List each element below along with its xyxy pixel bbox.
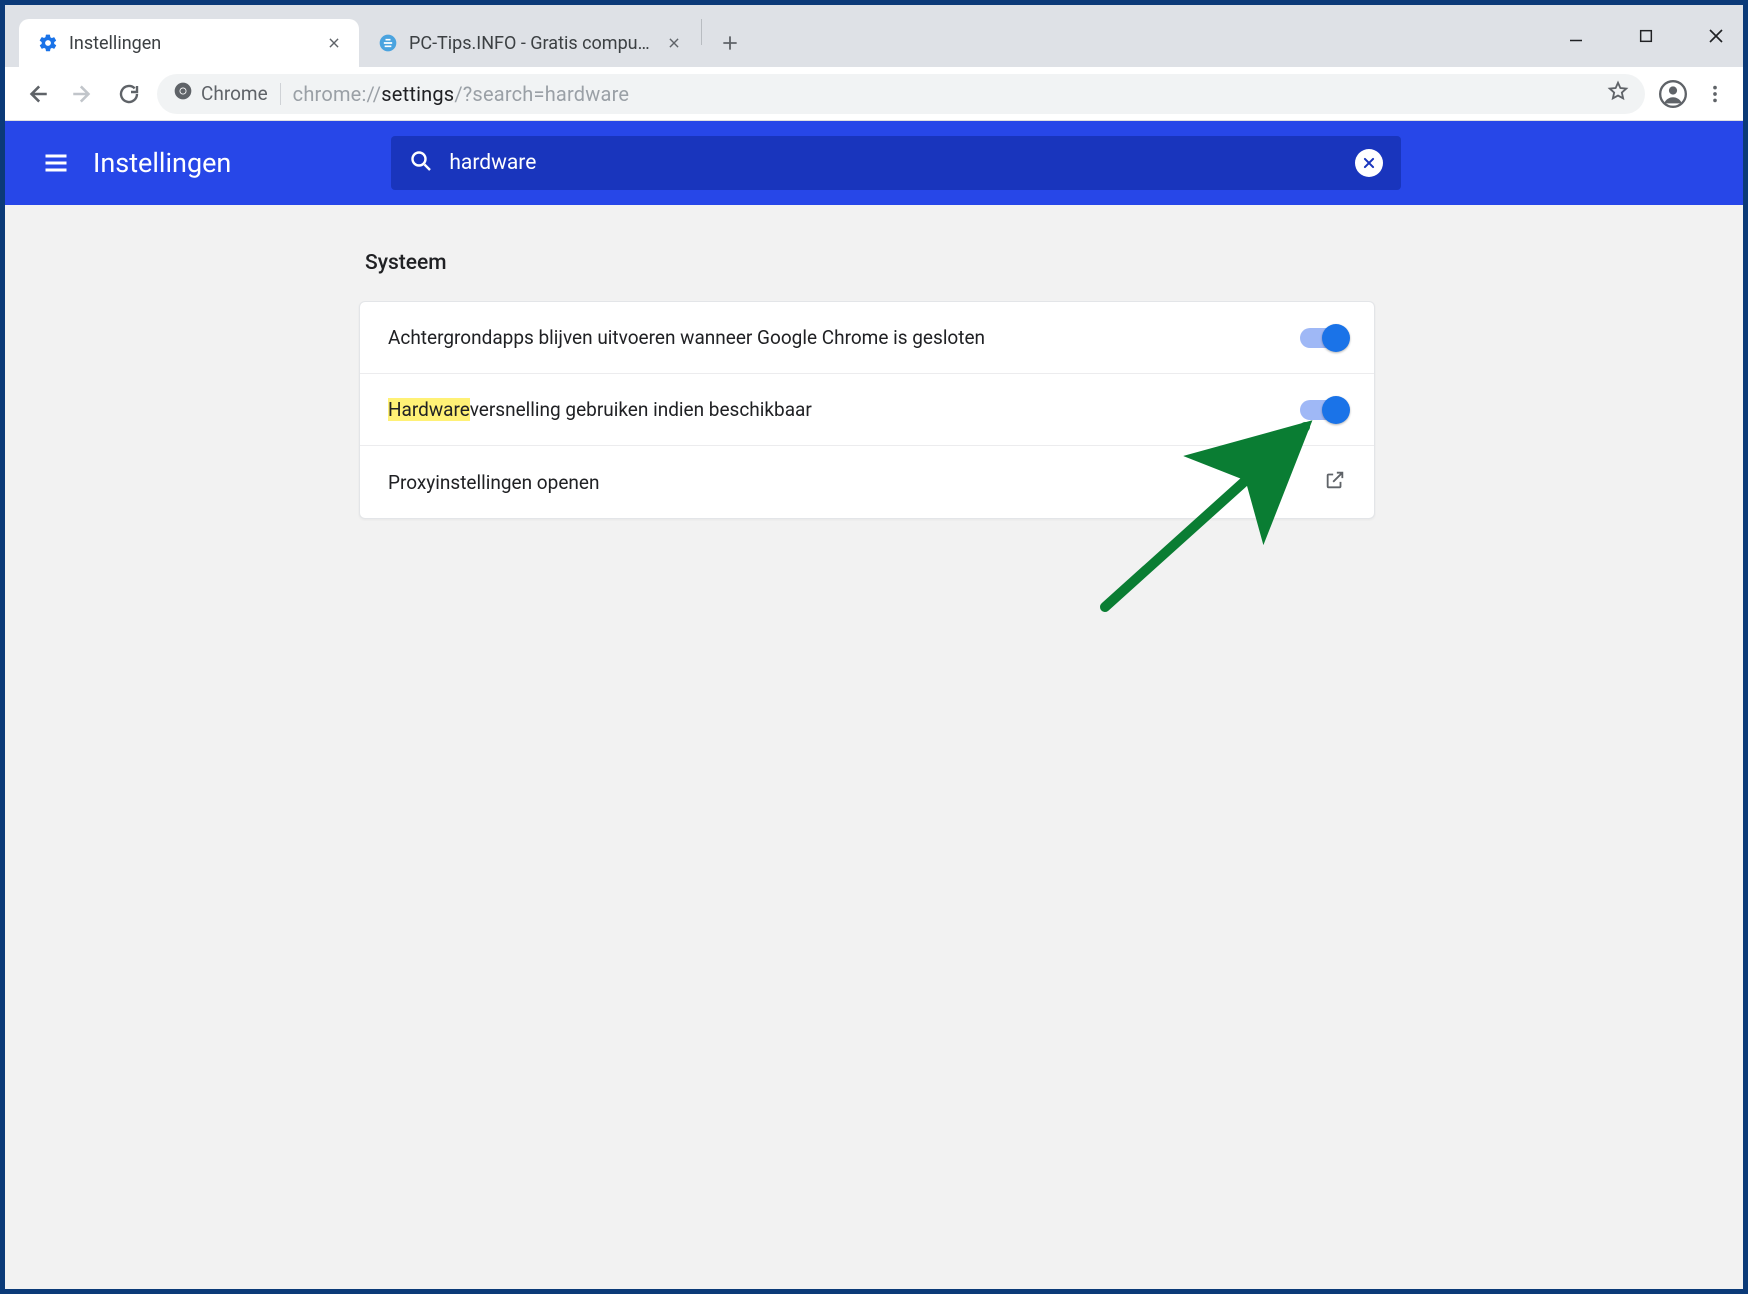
settings-body: Systeem Achtergrondapps blijven uitvoere…: [5, 205, 1743, 1289]
forward-button[interactable]: [65, 76, 101, 112]
clear-search-button[interactable]: [1355, 149, 1383, 177]
row-label: Proxyinstellingen openen: [388, 471, 1324, 494]
bookmark-star-icon[interactable]: [1607, 80, 1629, 107]
chrome-chip-label: Chrome: [201, 82, 268, 105]
search-highlight: Hardware: [388, 398, 470, 421]
tab-instellingen[interactable]: Instellingen: [19, 19, 359, 67]
page-title: Instellingen: [93, 147, 231, 179]
reload-button[interactable]: [111, 76, 147, 112]
open-external-icon: [1324, 469, 1346, 496]
settings-header: Instellingen: [5, 121, 1743, 205]
titlebar: Instellingen PC-Tips.INFO - Gratis compu…: [5, 5, 1743, 67]
minimize-button[interactable]: [1561, 21, 1591, 51]
close-icon[interactable]: [663, 32, 685, 54]
window-controls: [1561, 5, 1731, 67]
chrome-icon: [173, 81, 193, 106]
toggle-hardware-acceleration[interactable]: [1300, 400, 1346, 420]
gear-icon: [37, 32, 59, 54]
settings-search-input[interactable]: [449, 151, 1339, 175]
section-title-systeem: Systeem: [365, 251, 1375, 275]
row-label: Hardwareversnelling gebruiken indien bes…: [388, 398, 1300, 421]
tab-pctips[interactable]: PC-Tips.INFO - Gratis computer t: [359, 19, 699, 67]
row-hardware-acceleration: Hardwareversnelling gebruiken indien bes…: [360, 374, 1374, 446]
tab-title: PC-Tips.INFO - Gratis computer t: [409, 33, 653, 54]
toggle-background-apps[interactable]: [1300, 328, 1346, 348]
kebab-menu-icon[interactable]: [1701, 76, 1729, 112]
tab-separator: [701, 19, 702, 45]
tab-strip: Instellingen PC-Tips.INFO - Gratis compu…: [5, 5, 750, 67]
close-window-button[interactable]: [1701, 21, 1731, 51]
settings-column: Systeem Achtergrondapps blijven uitvoere…: [359, 251, 1375, 1243]
new-tab-button[interactable]: [710, 23, 750, 63]
row-label: Achtergrondapps blijven uitvoeren wannee…: [388, 326, 1300, 349]
back-button[interactable]: [19, 76, 55, 112]
settings-page: Instellingen Systeem Achtergrondapps bli…: [5, 121, 1743, 1289]
toolbar: Chrome chrome://settings/?search=hardwar…: [5, 67, 1743, 121]
omnibox-divider: [280, 83, 281, 105]
address-bar[interactable]: Chrome chrome://settings/?search=hardwar…: [157, 74, 1645, 114]
close-icon[interactable]: [323, 32, 345, 54]
tab-title: Instellingen: [69, 33, 313, 54]
browser-window: Instellingen PC-Tips.INFO - Gratis compu…: [5, 5, 1743, 1289]
row-background-apps: Achtergrondapps blijven uitvoeren wannee…: [360, 302, 1374, 374]
row-proxy-settings[interactable]: Proxyinstellingen openen: [360, 446, 1374, 518]
chrome-chip: Chrome: [173, 81, 268, 106]
site-favicon-icon: [377, 32, 399, 54]
settings-card-systeem: Achtergrondapps blijven uitvoeren wannee…: [359, 301, 1375, 519]
profile-button[interactable]: [1655, 76, 1691, 112]
maximize-button[interactable]: [1631, 21, 1661, 51]
search-icon: [409, 149, 433, 177]
hamburger-icon[interactable]: [39, 146, 73, 180]
settings-search[interactable]: [391, 136, 1401, 190]
url-text: chrome://settings/?search=hardware: [293, 82, 630, 106]
